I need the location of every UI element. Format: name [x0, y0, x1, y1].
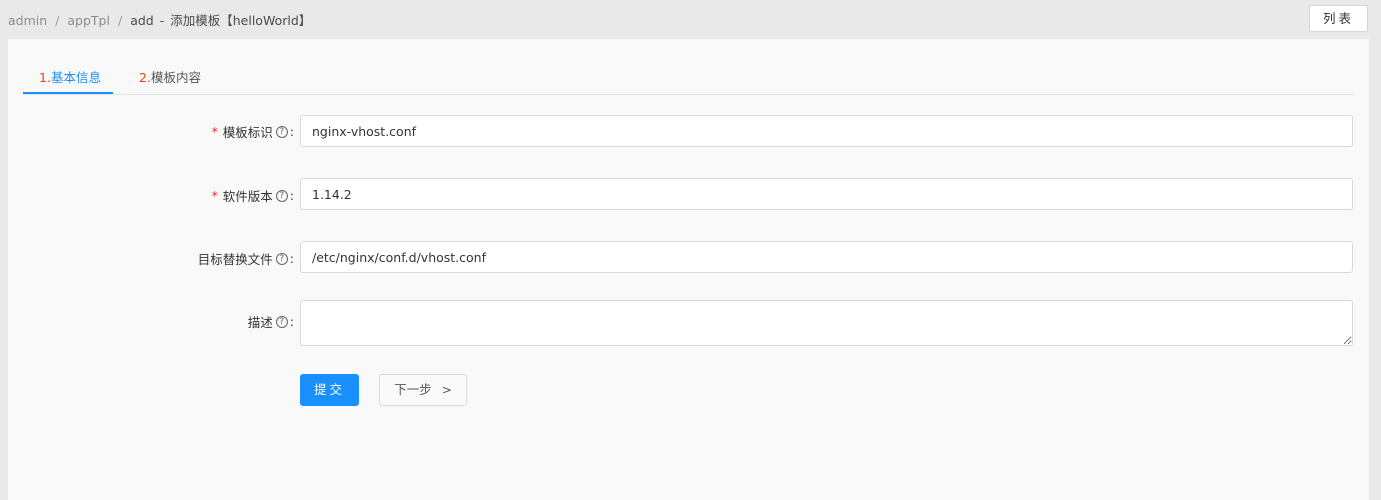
breadcrumb-separator: / — [55, 13, 60, 28]
list-button[interactable]: 列表 — [1309, 5, 1368, 32]
field-label-description: 描述 ? : — [248, 312, 294, 331]
tab-number: 1. — [39, 70, 51, 85]
label-colon: : — [289, 124, 294, 139]
field-label-software-version: * 软件版本 ? : — [212, 186, 294, 205]
software-version-input[interactable] — [300, 178, 1353, 210]
breadcrumb: admin / appTpl / add - 添加模板【helloWorld】 — [8, 10, 311, 29]
tab-label: 模板内容 — [150, 70, 201, 85]
target-file-input[interactable] — [300, 241, 1353, 273]
help-icon[interactable]: ? — [275, 252, 288, 265]
required-mark: * — [211, 124, 218, 139]
field-label-target-file: 目标替换文件 ? : — [198, 249, 294, 268]
label-text: 目标替换文件 — [197, 252, 273, 267]
tab-number: 2. — [139, 70, 151, 85]
tab-template-content[interactable]: 2.模板内容 — [139, 67, 201, 86]
top-bar: admin / appTpl / add - 添加模板【helloWorld】 列表 — [0, 0, 1381, 39]
page-title: 添加模板【helloWorld】 — [170, 13, 312, 28]
help-icon[interactable]: ? — [275, 189, 288, 202]
label-colon: : — [289, 314, 294, 329]
required-mark: * — [211, 188, 218, 203]
next-step-button[interactable]: 下一步 > — [379, 374, 467, 406]
chevron-right-icon: > — [441, 383, 452, 397]
help-icon[interactable]: ? — [275, 125, 288, 138]
help-icon[interactable]: ? — [275, 315, 288, 328]
breadcrumb-separator: / — [117, 13, 123, 28]
breadcrumb-item-admin[interactable]: admin — [8, 13, 47, 28]
breadcrumb-title-separator: - — [159, 13, 165, 28]
tab-bar: 1.基本信息 2.模板内容 — [23, 39, 1353, 95]
label-text: 描述 — [247, 315, 273, 330]
label-text: 模板标识 — [222, 125, 273, 140]
tab-active-indicator — [23, 92, 113, 94]
description-textarea[interactable] — [300, 300, 1353, 346]
field-label-template-id: * 模板标识 ? : — [212, 122, 294, 141]
form-card: 1.基本信息 2.模板内容 * 模板标识 ? : * 软件版本 ? : 目标替换… — [8, 39, 1369, 500]
submit-button[interactable]: 提交 — [300, 374, 359, 406]
label-colon: : — [289, 188, 294, 203]
tab-basic-info[interactable]: 1.基本信息 — [39, 67, 101, 86]
label-text: 软件版本 — [222, 189, 273, 204]
template-id-input[interactable] — [300, 115, 1353, 147]
breadcrumb-item-add: add — [130, 13, 154, 28]
label-colon: : — [289, 251, 294, 266]
breadcrumb-item-apptpl[interactable]: appTpl — [67, 13, 110, 28]
next-step-label: 下一步 — [394, 382, 432, 397]
tab-label: 基本信息 — [50, 70, 101, 85]
